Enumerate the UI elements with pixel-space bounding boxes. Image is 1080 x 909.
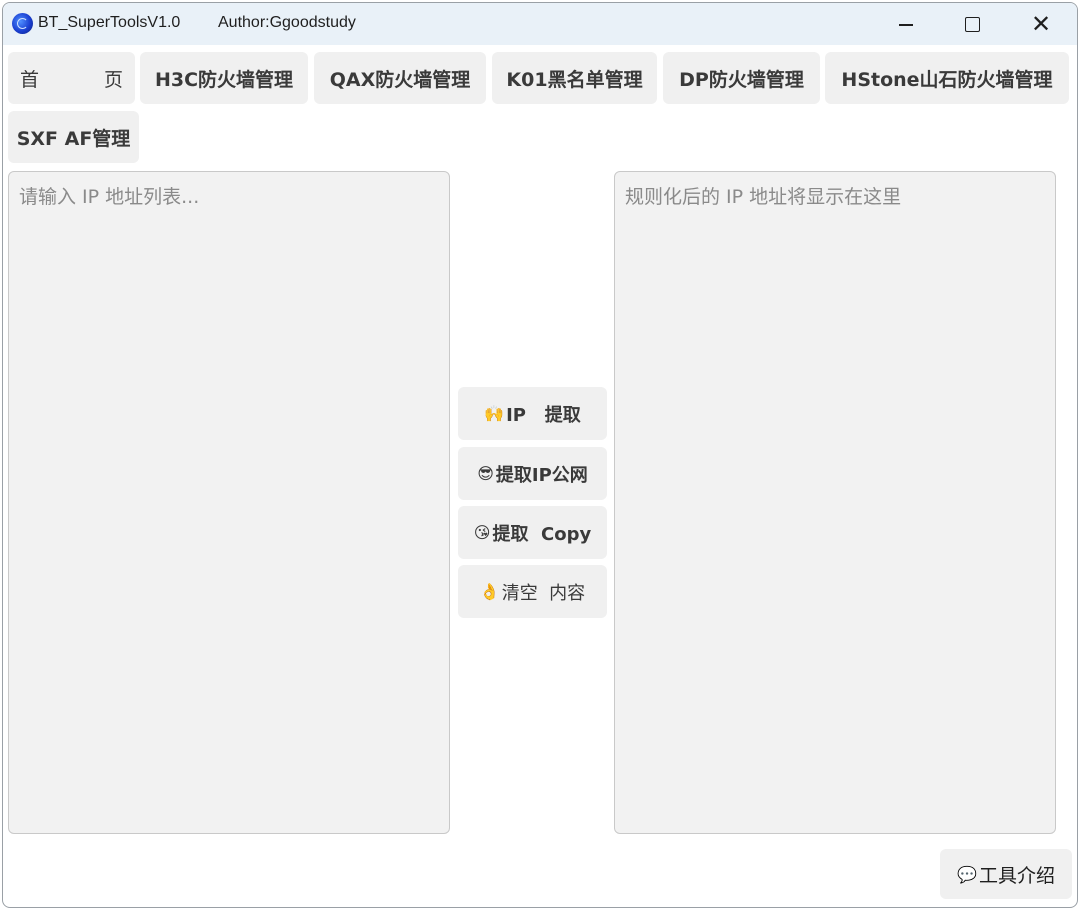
tab-home-label-a: 首 (20, 68, 40, 91)
tab-label: SXF AF管理 (16, 127, 131, 150)
button-label: 提取 Copy (492, 523, 592, 545)
clear-content-button[interactable]: 👌 清空 内容 (458, 565, 607, 618)
button-label: 清空 内容 (501, 582, 586, 604)
tab-label: QAX防火墙管理 (329, 68, 471, 91)
kiss-face-icon: 😘 (473, 523, 491, 542)
tab-label: DP防火墙管理 (679, 68, 804, 91)
raised-hands-icon: 🙌 (484, 404, 505, 423)
tab-label: K01黑名单管理 (506, 68, 643, 91)
maximize-icon (964, 16, 980, 32)
window-author: Author:Ggoodstudy (218, 14, 356, 31)
close-icon: ✕ (1030, 10, 1052, 38)
app-logo-icon (12, 13, 33, 34)
tool-intro-label: 工具介绍 (978, 864, 1055, 887)
ip-input-textarea[interactable] (8, 171, 450, 834)
button-label: 提取IP公网 (495, 464, 588, 486)
tab-k01-blacklist[interactable]: K01黑名单管理 (492, 52, 657, 104)
tab-home-label-b: 页 (103, 68, 123, 91)
button-label: IP 提取 (506, 404, 581, 426)
tab-label: HStone山石防火墙管理 (841, 68, 1053, 91)
extract-ip-button[interactable]: 🙌 IP 提取 (458, 387, 607, 440)
title-bar[interactable]: BT_SuperToolsV1.0 Author:Ggoodstudy ✕ (3, 3, 1077, 45)
tab-label: H3C防火墙管理 (154, 68, 294, 91)
minimize-icon (899, 24, 913, 26)
close-button[interactable]: ✕ (1007, 3, 1075, 45)
minimize-button[interactable] (872, 3, 940, 45)
tab-h3c-firewall[interactable]: H3C防火墙管理 (140, 52, 308, 104)
tab-dp-firewall[interactable]: DP防火墙管理 (663, 52, 820, 104)
tab-home[interactable]: 首 页 (8, 52, 135, 104)
app-window: BT_SuperToolsV1.0 Author:Ggoodstudy ✕ 首 … (2, 2, 1078, 908)
maximize-button[interactable] (938, 3, 1006, 45)
speech-bubble-icon: 💬 (957, 864, 977, 884)
sunglasses-face-icon: 😎 (477, 464, 494, 483)
tool-intro-button[interactable]: 💬 工具介绍 (940, 849, 1072, 899)
tab-qax-firewall[interactable]: QAX防火墙管理 (314, 52, 486, 104)
extract-copy-button[interactable]: 😘 提取 Copy (458, 506, 607, 559)
extract-public-ip-button[interactable]: 😎 提取IP公网 (458, 447, 607, 500)
ok-hand-icon: 👌 (479, 582, 500, 601)
ip-output-textarea[interactable] (614, 171, 1056, 834)
window-title: BT_SuperToolsV1.0 (38, 14, 181, 31)
tab-sxf-af[interactable]: SXF AF管理 (8, 111, 139, 163)
tab-hstone-firewall[interactable]: HStone山石防火墙管理 (825, 52, 1069, 104)
